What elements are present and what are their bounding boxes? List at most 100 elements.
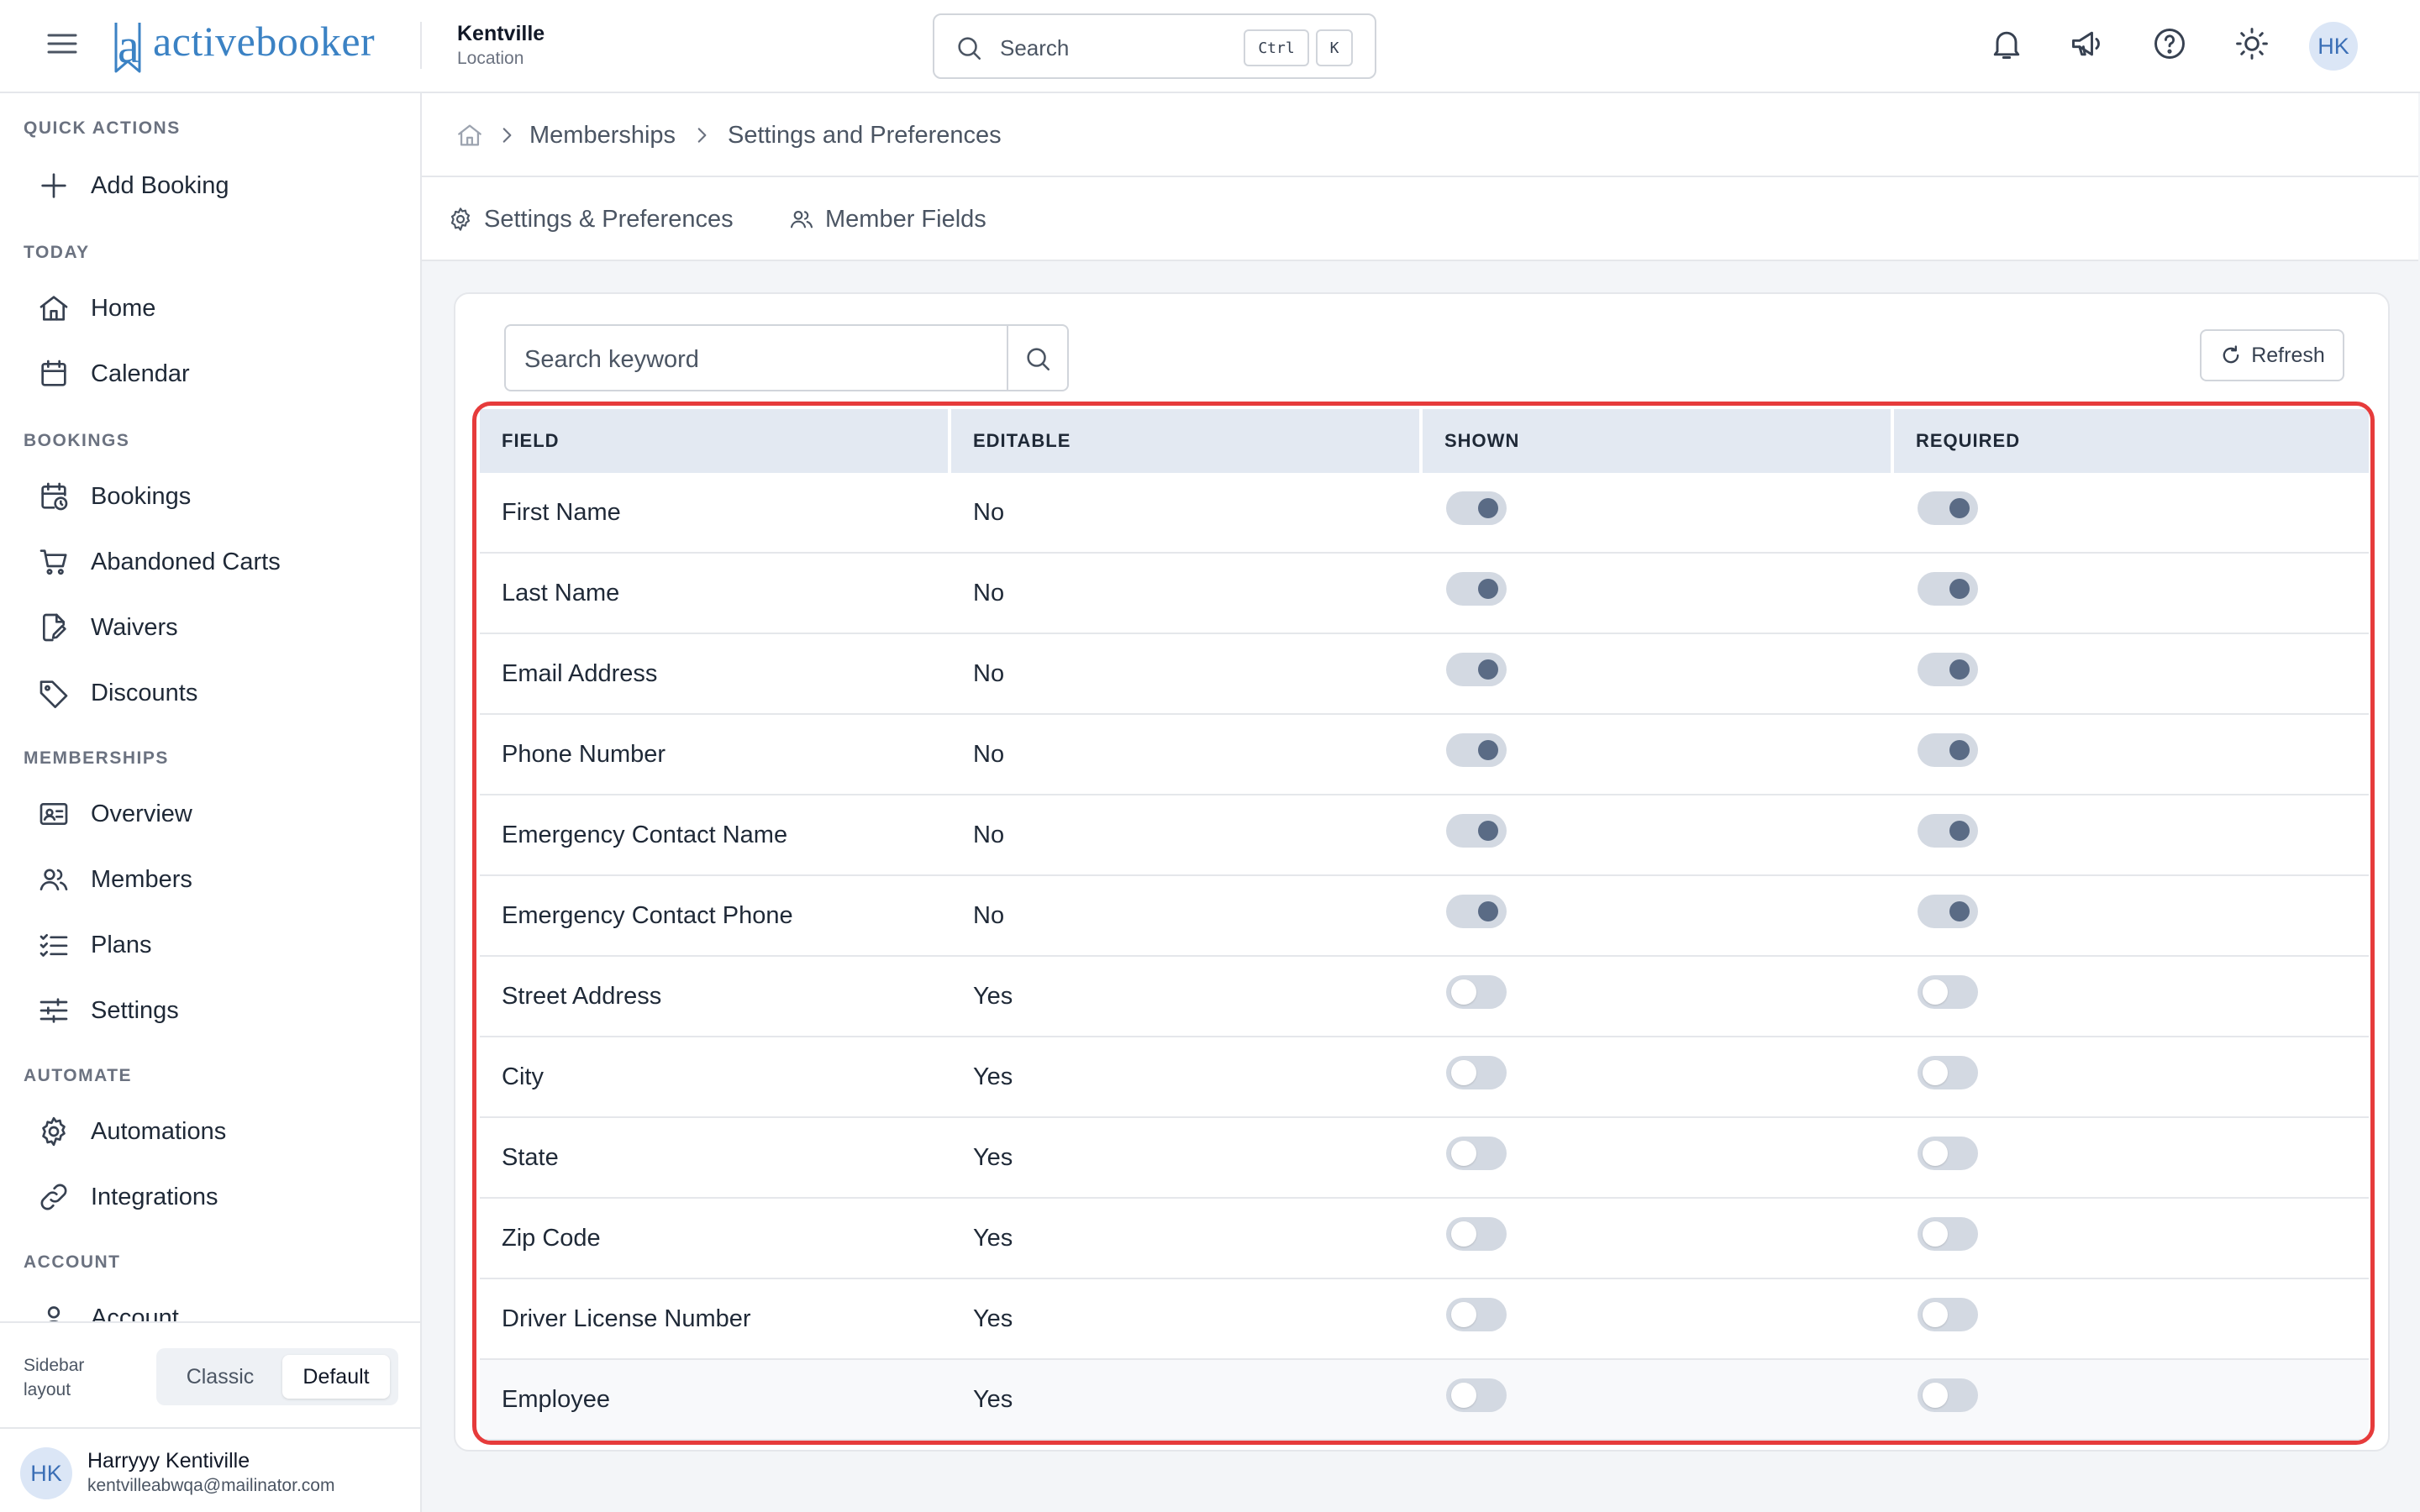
sidebar-item-integrations[interactable]: Integrations bbox=[24, 1172, 402, 1222]
column-header-shown: SHOWN bbox=[1423, 409, 1891, 473]
field-name-cell: Emergency Contact Name bbox=[502, 821, 788, 848]
location-name[interactable]: Kentville bbox=[457, 22, 544, 46]
table-header: FIELD EDITABLE SHOWN REQUIRED bbox=[480, 409, 2369, 473]
search-icon bbox=[955, 34, 983, 62]
editable-cell: Yes bbox=[973, 1143, 1013, 1171]
required-toggle[interactable] bbox=[1918, 491, 1978, 525]
toggle-knob bbox=[1949, 821, 1970, 841]
tag-icon bbox=[37, 676, 71, 710]
sidebar-item-discounts[interactable]: Discounts bbox=[24, 668, 402, 718]
shortcut-ctrl-key: Ctrl bbox=[1244, 29, 1309, 66]
required-toggle[interactable] bbox=[1918, 1298, 1978, 1331]
shown-toggle[interactable] bbox=[1446, 1378, 1507, 1412]
divider bbox=[1007, 326, 1008, 390]
keyword-search[interactable]: Search keyword bbox=[504, 324, 1069, 391]
refresh-label: Refresh bbox=[2251, 343, 2325, 367]
table-row: Last Name No bbox=[480, 554, 2369, 634]
tab-member-fields[interactable]: Member Fields bbox=[788, 202, 986, 236]
sidebar-item-waivers[interactable]: Waivers bbox=[24, 602, 402, 653]
search-input[interactable]: Search keyword bbox=[524, 346, 699, 374]
toggle-knob bbox=[1451, 1383, 1476, 1408]
shown-toggle[interactable] bbox=[1446, 1137, 1507, 1170]
table-row: Emergency Contact Name No bbox=[480, 795, 2369, 876]
calendar-icon bbox=[37, 357, 71, 391]
shown-toggle[interactable] bbox=[1446, 491, 1507, 525]
refresh-button[interactable]: Refresh bbox=[2200, 329, 2344, 381]
toggle-knob bbox=[1923, 979, 1948, 1005]
sidebar-item-home[interactable]: Home bbox=[24, 283, 402, 333]
column-header-field: FIELD bbox=[480, 409, 948, 473]
shown-toggle[interactable] bbox=[1446, 572, 1507, 606]
location-subtitle: Location bbox=[457, 49, 524, 68]
toggle-knob bbox=[1949, 498, 1970, 518]
tabs: Settings & Preferences Member Fields bbox=[422, 177, 2418, 261]
megaphone-icon[interactable] bbox=[2069, 25, 2106, 62]
user-avatar[interactable]: HK bbox=[2309, 22, 2358, 71]
field-name-cell: Zip Code bbox=[502, 1224, 601, 1252]
sidebar-item-label: Calendar bbox=[91, 360, 190, 387]
sidebar-item-label: Integrations bbox=[91, 1183, 218, 1210]
calendar-clock-icon bbox=[37, 480, 71, 513]
menu-icon[interactable] bbox=[45, 29, 79, 59]
sun-icon[interactable] bbox=[2233, 25, 2270, 62]
required-toggle[interactable] bbox=[1918, 975, 1978, 1009]
help-icon[interactable] bbox=[2151, 25, 2188, 62]
shown-toggle[interactable] bbox=[1446, 1056, 1507, 1089]
layout-option-default[interactable]: Default bbox=[282, 1355, 390, 1399]
sidebar-item-calendar[interactable]: Calendar bbox=[24, 349, 402, 399]
required-toggle[interactable] bbox=[1918, 653, 1978, 686]
sidebar-item-add-booking[interactable]: Add Booking bbox=[24, 160, 402, 211]
shown-toggle[interactable] bbox=[1446, 733, 1507, 767]
sidebar-item-plans[interactable]: Plans bbox=[24, 920, 402, 970]
shown-toggle[interactable] bbox=[1446, 895, 1507, 928]
breadcrumb-memberships[interactable]: Memberships bbox=[529, 122, 676, 150]
shown-toggle[interactable] bbox=[1446, 975, 1507, 1009]
required-toggle[interactable] bbox=[1918, 733, 1978, 767]
search-icon[interactable] bbox=[1023, 344, 1052, 373]
required-toggle[interactable] bbox=[1918, 1056, 1978, 1089]
chevron-right-icon bbox=[496, 124, 518, 146]
column-header-editable: EDITABLE bbox=[951, 409, 1419, 473]
toggle-knob bbox=[1949, 901, 1970, 921]
editable-cell: No bbox=[973, 821, 1005, 848]
global-search-label: Search bbox=[1000, 35, 1070, 60]
header-divider bbox=[420, 22, 422, 69]
field-name-cell: Street Address bbox=[502, 982, 662, 1010]
shown-toggle[interactable] bbox=[1446, 1217, 1507, 1251]
tab-settings-preferences[interactable]: Settings & Preferences bbox=[447, 202, 734, 236]
sidebar-item-label: Plans bbox=[91, 931, 152, 958]
required-toggle[interactable] bbox=[1918, 1137, 1978, 1170]
home-icon[interactable] bbox=[455, 121, 484, 150]
editable-cell: Yes bbox=[973, 982, 1013, 1010]
toggle-knob bbox=[1451, 1221, 1476, 1247]
table-row: Emergency Contact Phone No bbox=[480, 876, 2369, 957]
required-toggle[interactable] bbox=[1918, 1217, 1978, 1251]
required-toggle[interactable] bbox=[1918, 572, 1978, 606]
layout-option-classic[interactable]: Classic bbox=[165, 1355, 276, 1399]
sidebar-item-settings[interactable]: Settings bbox=[24, 985, 402, 1036]
sidebar-item-label: Members bbox=[91, 865, 192, 893]
toggle-knob bbox=[1949, 740, 1970, 760]
brand-logo[interactable]: a activebooker bbox=[111, 13, 375, 74]
required-toggle[interactable] bbox=[1918, 814, 1978, 848]
field-name-cell: State bbox=[502, 1143, 559, 1171]
shown-toggle[interactable] bbox=[1446, 653, 1507, 686]
sidebar-item-automations[interactable]: Automations bbox=[24, 1106, 402, 1157]
sidebar-item-abandoned-carts[interactable]: Abandoned Carts bbox=[24, 537, 402, 587]
toggle-knob bbox=[1949, 659, 1970, 680]
sidebar-item-bookings[interactable]: Bookings bbox=[24, 471, 402, 522]
avatar[interactable]: HK bbox=[20, 1447, 72, 1499]
table-row: First Name No bbox=[480, 473, 2369, 554]
sidebar-item-members[interactable]: Members bbox=[24, 854, 402, 905]
sidebar-item-overview[interactable]: Overview bbox=[24, 789, 402, 839]
shown-toggle[interactable] bbox=[1446, 1298, 1507, 1331]
field-name-cell: City bbox=[502, 1063, 544, 1090]
required-toggle[interactable] bbox=[1918, 1378, 1978, 1412]
sidebar-item-label: Home bbox=[91, 294, 156, 322]
users-icon bbox=[37, 863, 71, 896]
editable-cell: No bbox=[973, 659, 1005, 687]
required-toggle[interactable] bbox=[1918, 895, 1978, 928]
global-search[interactable]: Search Ctrl K bbox=[933, 13, 1376, 79]
bell-icon[interactable] bbox=[1988, 25, 2025, 62]
shown-toggle[interactable] bbox=[1446, 814, 1507, 848]
